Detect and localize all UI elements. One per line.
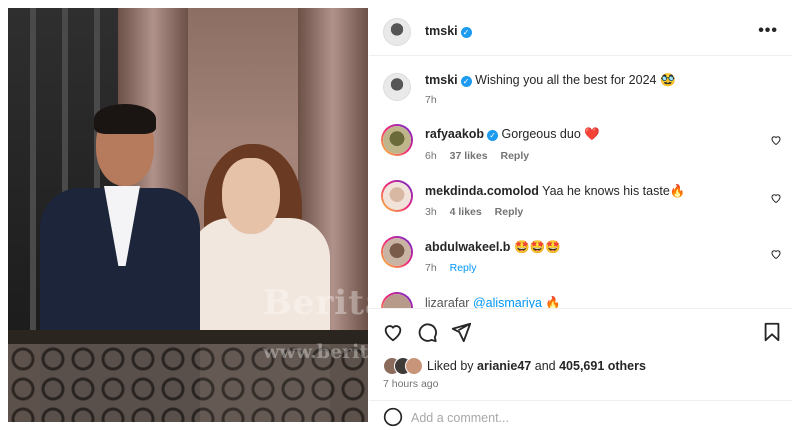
add-comment-row: Add a comment... xyxy=(369,400,792,430)
photo-woman-face xyxy=(222,158,280,234)
comment-time: 6h xyxy=(425,150,437,162)
comment-item: mekdinda.comolod Yaa he knows his taste🔥… xyxy=(369,180,792,230)
comment-meta: 3h 4 likes Reply xyxy=(425,206,533,218)
commenter-avatar[interactable] xyxy=(381,180,413,212)
comment-meta: 6h 37 likes Reply xyxy=(425,150,539,162)
heart-icon[interactable] xyxy=(770,248,782,260)
post-side-panel: tmski ✓ ••• tmski ✓ Wishing you all the be… xyxy=(369,8,792,430)
heart-icon[interactable] xyxy=(770,192,782,204)
emoji-icon[interactable] xyxy=(383,407,403,427)
comment-item: abdulwakeel.b 🤩🤩🤩 7h Reply xyxy=(369,236,792,286)
comment-likes[interactable]: 4 likes xyxy=(450,206,482,218)
comment-time: 3h xyxy=(425,206,437,218)
comment-emoji: 🤩🤩🤩 xyxy=(513,240,561,254)
comment-time: 7h xyxy=(425,262,437,274)
caption-text-row: tmski ✓ Wishing you all the best for 2024… xyxy=(425,73,676,88)
photo-watermark-url: www.beritakopak.com xyxy=(263,341,368,363)
more-options-icon[interactable]: ••• xyxy=(758,22,778,40)
comment-text-row: abdulwakeel.b 🤩🤩🤩 xyxy=(425,240,561,255)
instagram-post-frame: BeritaKopak www.beritakopak.com tmski✓ •… xyxy=(0,0,800,430)
liked-by-user[interactable]: arianie47 xyxy=(477,359,531,373)
comment-text-row: lizarafar @alismariya 🔥 xyxy=(425,296,561,308)
bookmark-icon[interactable] xyxy=(761,321,783,343)
author-name-row: tmski ✓ xyxy=(425,24,472,38)
commenter-avatar[interactable] xyxy=(381,236,413,268)
comment-username[interactable]: rafyaakob xyxy=(425,127,484,141)
add-comment-input[interactable]: Add a comment... xyxy=(411,411,509,425)
photo-watermark: BeritaKopak xyxy=(263,283,368,323)
caption-block: tmski ✓ Wishing you all the best for 2024… xyxy=(369,68,792,118)
commenter-avatar[interactable] xyxy=(381,292,413,308)
photo-window-bar xyxy=(30,8,36,338)
comment-text-row: mekdinda.comolod Yaa he knows his taste🔥 xyxy=(425,184,685,199)
liked-by-and: and xyxy=(534,359,556,373)
caption-username[interactable]: tmski xyxy=(425,73,458,87)
liked-by-prefix: Liked by xyxy=(427,359,474,373)
comment-text: Yaa he knows his taste xyxy=(542,184,670,198)
caption-time: 7h xyxy=(425,94,437,106)
caption-meta: 7h xyxy=(425,94,447,106)
comment-emoji: 🔥 xyxy=(545,296,561,308)
author-username[interactable]: tmski xyxy=(425,24,458,38)
comment-icon[interactable] xyxy=(416,321,438,343)
post-header: tmski ✓ ••• xyxy=(369,8,792,56)
post-time-ago: 7 hours ago xyxy=(383,378,439,390)
comment-username[interactable]: abdulwakeel.b xyxy=(425,240,510,254)
post-actions-bar xyxy=(369,308,792,352)
verified-icon: ✓ xyxy=(487,130,499,141)
comment-mention[interactable]: @alismariya xyxy=(473,296,542,308)
send-icon[interactable] xyxy=(450,321,472,343)
comment-likes[interactable]: 37 likes xyxy=(450,150,488,162)
caption-emoji: 🥸 xyxy=(659,73,676,87)
post-photo[interactable]: BeritaKopak www.beritakopak.com xyxy=(8,8,368,422)
comment-reply-button[interactable]: Reply xyxy=(495,206,524,218)
photo-man-hair xyxy=(94,104,156,134)
liker-avatar[interactable] xyxy=(405,357,423,375)
comment-text-row: rafyaakob ✓ Gorgeous duo ❤️ xyxy=(425,127,600,142)
commenter-avatar[interactable] xyxy=(381,124,413,156)
comment-username[interactable]: lizarafar xyxy=(425,296,469,308)
comment-emoji: 🔥 xyxy=(669,184,686,198)
comment-reply-button[interactable]: Reply xyxy=(500,150,529,162)
heart-icon[interactable] xyxy=(382,321,404,343)
liked-by-text: Liked by arianie47 and 405,691 others xyxy=(427,359,646,373)
verified-icon: ✓ xyxy=(460,76,472,87)
comment-username[interactable]: mekdinda.comolod xyxy=(425,184,539,198)
verified-icon: ✓ xyxy=(460,27,472,38)
comment-emoji: ❤️ xyxy=(584,127,600,141)
likes-count[interactable]: 405,691 others xyxy=(559,359,646,373)
caption-avatar[interactable] xyxy=(383,73,411,101)
comment-text: Gorgeous duo xyxy=(501,127,581,141)
heart-icon[interactable] xyxy=(770,134,782,146)
caption-text: Wishing you all the best for 2024 xyxy=(475,73,657,87)
comment-reply-button[interactable]: Reply xyxy=(450,262,477,274)
author-avatar[interactable] xyxy=(383,18,411,46)
comment-item: lizarafar @alismariya 🔥 xyxy=(369,292,792,308)
comment-item: rafyaakob ✓ Gorgeous duo ❤️ 6h 37 likes R… xyxy=(369,122,792,172)
comment-meta: 7h Reply xyxy=(425,262,486,274)
